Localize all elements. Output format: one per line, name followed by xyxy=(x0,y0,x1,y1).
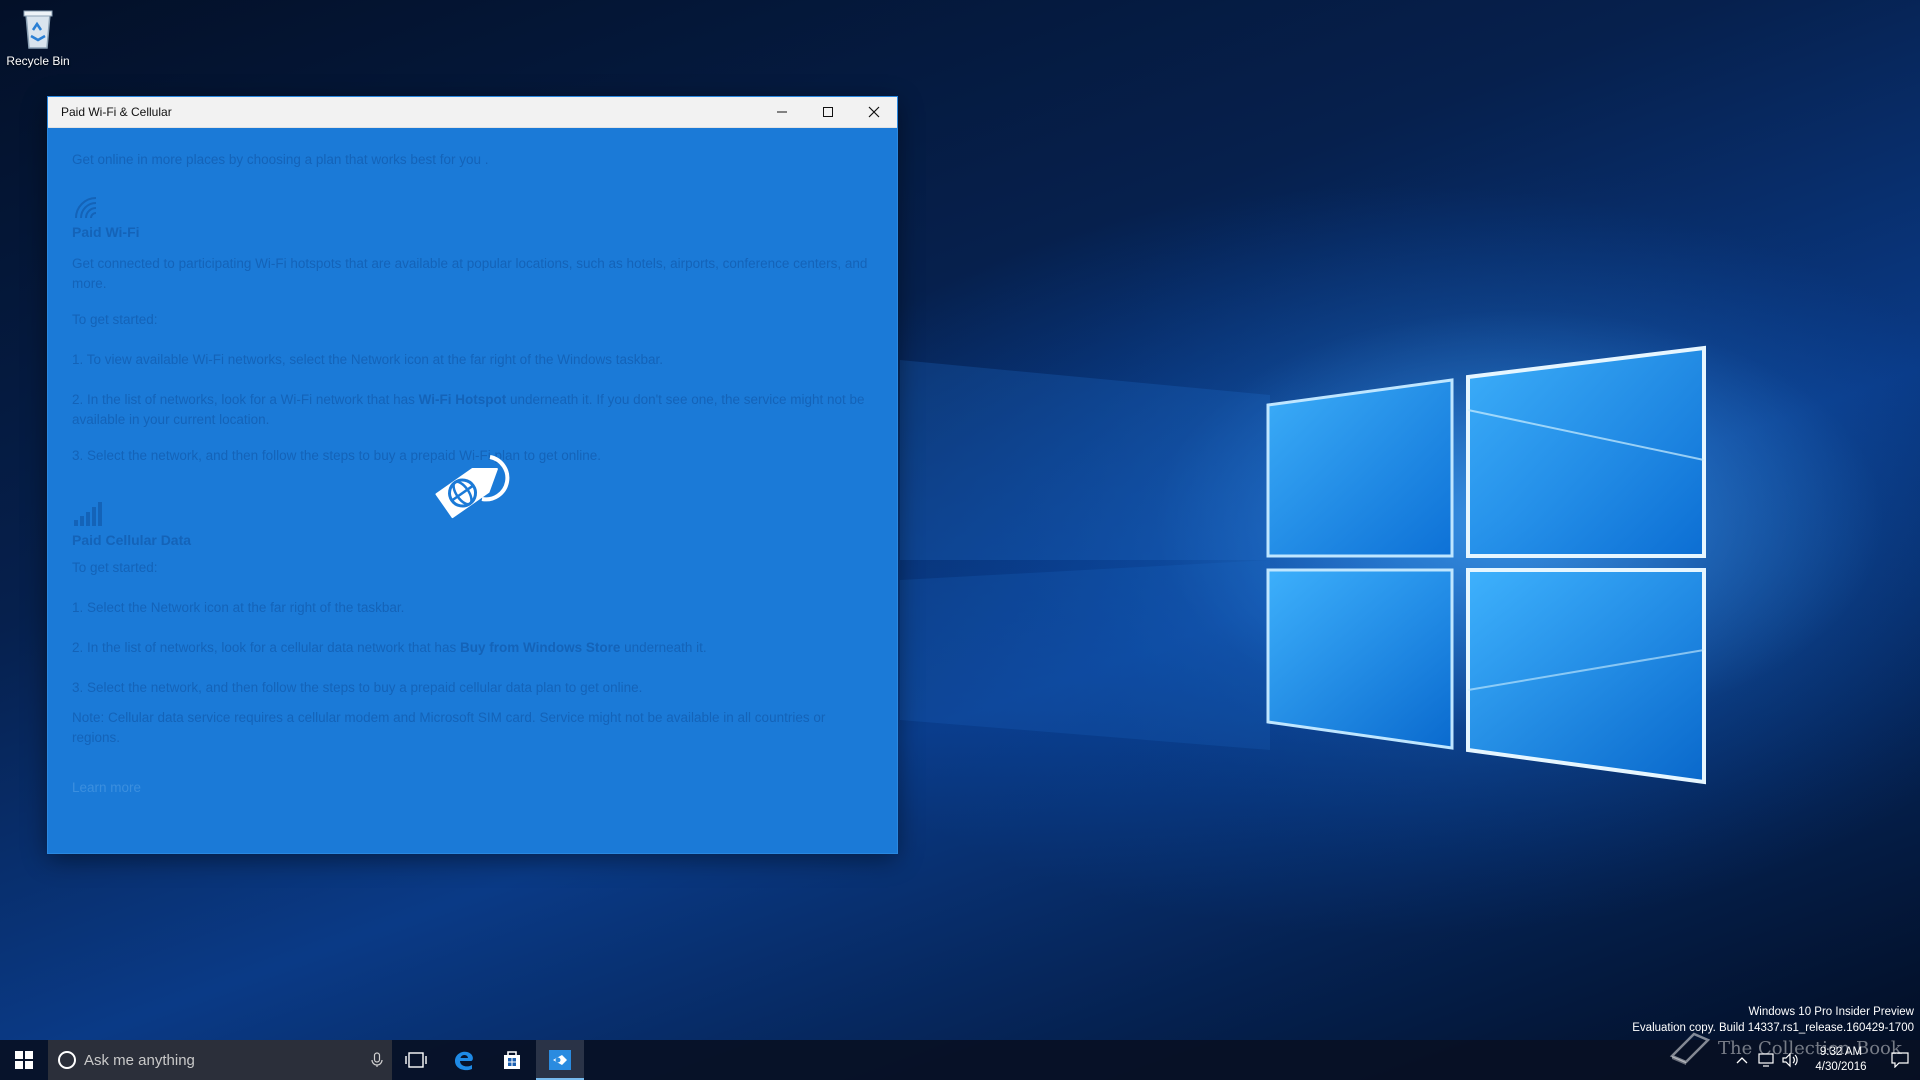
globe-tag-icon xyxy=(435,455,510,519)
watermark-line-1: Windows 10 Pro Insider Preview xyxy=(1748,1006,1914,1018)
cellular-note: Note: Cellular data service requires a c… xyxy=(72,710,826,745)
cellular-step-2: 2. In the list of networks, look for a c… xyxy=(72,640,707,655)
taskbar: Ask me anything 9:32 AM 4/30/2016 xyxy=(0,1040,1920,1080)
edge-button[interactable] xyxy=(440,1040,488,1080)
minimize-button[interactable] xyxy=(759,97,805,128)
minimize-icon xyxy=(777,111,787,113)
close-button[interactable] xyxy=(851,97,897,128)
edge-icon xyxy=(455,1051,473,1071)
collection-book-text: The Collection Book xyxy=(1718,1037,1902,1059)
wifi-icon xyxy=(75,197,97,219)
paid-wifi-app-button[interactable] xyxy=(536,1040,584,1080)
wifi-get-started: To get started: xyxy=(72,312,158,327)
paid-cellular-heading: Paid Cellular Data xyxy=(72,532,192,548)
wifi-step-2: 2. In the list of networks, look for a W… xyxy=(72,392,865,427)
maximize-icon xyxy=(823,107,833,117)
book-icon xyxy=(1669,1032,1711,1065)
intro-text: Get online in more places by choosing a … xyxy=(72,152,489,167)
learn-more-link[interactable]: Learn more xyxy=(72,778,141,798)
buy-from-store-bold: Buy from Windows Store xyxy=(459,640,621,655)
microphone-icon[interactable] xyxy=(362,1040,392,1080)
recycle-bin-label: Recycle Bin xyxy=(6,54,70,68)
wifi-hotspot-bold: Wi-Fi Hotspot xyxy=(418,392,507,407)
cellular-step-3: 3. Select the network, and then follow t… xyxy=(72,680,643,695)
store-icon xyxy=(504,1051,520,1069)
paid-wifi-app-icon xyxy=(549,1050,571,1070)
window-titlebar[interactable]: Paid Wi-Fi & Cellular xyxy=(48,97,897,128)
store-button[interactable] xyxy=(488,1040,536,1080)
cortana-icon xyxy=(58,1051,76,1069)
maximize-button[interactable] xyxy=(805,97,851,128)
signal-bars-icon xyxy=(74,502,102,526)
windows-logo-icon xyxy=(15,1051,33,1069)
search-placeholder: Ask me anything xyxy=(84,1051,195,1069)
close-icon xyxy=(868,106,880,118)
collection-book-overlay: The Collection Book xyxy=(1668,1030,1902,1066)
recycle-bin-icon xyxy=(23,10,53,49)
cellular-step-1: 1. Select the Network icon at the far ri… xyxy=(72,600,405,615)
task-view-button[interactable] xyxy=(392,1040,440,1080)
paid-wifi-description: Get connected to participating Wi-Fi hot… xyxy=(72,256,868,291)
recycle-bin-shortcut[interactable]: Recycle Bin xyxy=(4,6,72,78)
cellular-get-started: To get started: xyxy=(72,560,158,575)
wifi-step-1: 1. To view available Wi-Fi networks, sel… xyxy=(72,352,664,367)
paid-wifi-heading: Paid Wi-Fi xyxy=(72,224,140,240)
cortana-search-box[interactable]: Ask me anything xyxy=(48,1040,392,1080)
start-button[interactable] xyxy=(0,1040,48,1080)
paid-wifi-cellular-window: Paid Wi-Fi & Cellular Get online in more… xyxy=(48,97,897,853)
window-title: Paid Wi-Fi & Cellular xyxy=(61,105,172,119)
task-view-icon xyxy=(405,1052,427,1068)
